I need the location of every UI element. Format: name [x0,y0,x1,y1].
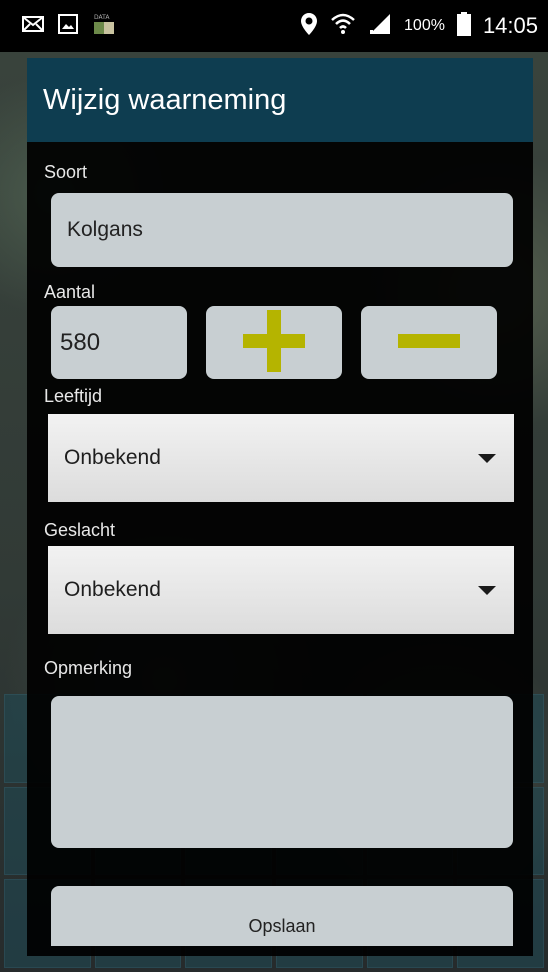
soort-label: Soort [44,162,88,182]
svg-text:DATA: DATA [94,14,110,21]
save-button[interactable]: Opslaan [51,886,513,946]
clock: 14:05 [482,13,538,38]
edit-observation-dialog: Wijzig waarneming Soort Kolgans Aantal 5… [27,58,533,956]
geslacht-label: Geslacht [44,520,116,540]
minus-icon [398,333,460,352]
battery-icon [456,12,471,40]
decrement-button[interactable] [361,306,497,379]
wifi-icon [330,12,356,40]
dialog-title: Wijzig waarneming [43,83,287,116]
plus-icon [243,309,305,376]
mail-icon [22,16,44,36]
aantal-label: Aantal [44,282,96,302]
location-icon [300,12,318,40]
opmerking-textarea[interactable] [51,696,513,848]
geslacht-selected: Onbekend [64,578,161,601]
image-icon [58,14,78,38]
aantal-value: 580 [60,328,101,356]
leeftijd-select[interactable]: Onbekend [48,414,514,502]
signal-icon [368,13,392,39]
save-button-label: Opslaan [248,916,316,936]
soort-field[interactable]: Kolgans [51,193,513,267]
soort-value: Kolgans [67,218,143,241]
leeftijd-label: Leeftijd [44,386,103,406]
geslacht-select[interactable]: Onbekend [48,546,514,634]
chevron-down-icon [478,454,496,463]
increment-button[interactable] [206,306,342,379]
status-bar: DATA 100% 14:05 [0,0,548,52]
opmerking-label: Opmerking [44,658,133,678]
leeftijd-selected: Onbekend [64,446,161,469]
battery-percentage: 100% [404,17,445,34]
dialog-header: Wijzig waarneming [27,58,533,142]
data-icon: DATA [92,13,116,39]
aantal-input[interactable]: 580 [51,306,187,379]
chevron-down-icon [478,586,496,595]
